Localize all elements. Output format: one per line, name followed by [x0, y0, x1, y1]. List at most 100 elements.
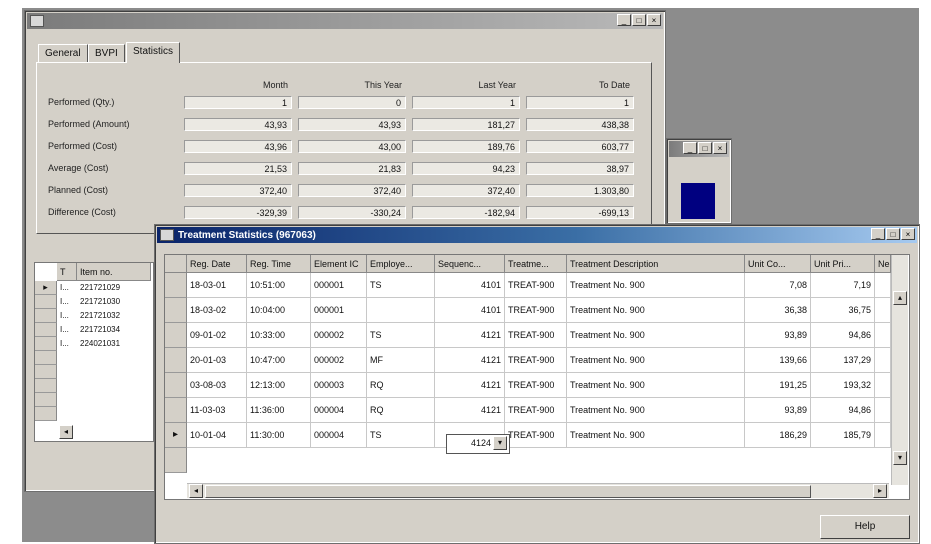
grid-cell-date[interactable]: 09-01-02 [187, 323, 247, 348]
grid-cell-employee[interactable]: RQ [367, 373, 435, 398]
grid-cell-element[interactable]: 000003 [311, 373, 367, 398]
grid-cell-unit-cost[interactable]: 93,89 [745, 323, 811, 348]
row-indicator[interactable] [165, 348, 187, 373]
grid-cell-desc[interactable]: Treatment No. 900 [567, 323, 745, 348]
column-header[interactable]: Unit Pri... [811, 255, 875, 273]
grid-cell-time[interactable]: 11:30:00 [247, 423, 311, 448]
grid-cell-seq[interactable]: 4101 [435, 298, 505, 323]
grid-cell-treatment[interactable]: TREAT-900 [505, 298, 567, 323]
grid-cell-time[interactable]: 10:33:00 [247, 323, 311, 348]
grid-cell-treatment[interactable]: TREAT-900 [505, 273, 567, 298]
grid-cell-desc[interactable]: Treatment No. 900 [567, 273, 745, 298]
grid-cell-unit-cost[interactable]: 191,25 [745, 373, 811, 398]
scroll-up-icon[interactable]: ▴ [893, 291, 907, 305]
grid-cell-desc[interactable]: Treatment No. 900 [567, 398, 745, 423]
grid-cell-desc[interactable]: Treatment No. 900 [567, 348, 745, 373]
item-list-header-item[interactable]: Item no. [77, 263, 151, 281]
close-icon[interactable]: × [901, 228, 915, 240]
column-header[interactable]: Treatment Description [567, 255, 745, 273]
grid-cell-desc[interactable]: Treatment No. 900 [567, 373, 745, 398]
grid-cell-unit-price[interactable]: 94,86 [811, 323, 875, 348]
grid-cell-employee[interactable]: RQ [367, 398, 435, 423]
row-indicator[interactable] [35, 407, 57, 421]
grid-cell-treatment[interactable]: TREAT-900 [505, 323, 567, 348]
grid-cell-time[interactable]: 11:36:00 [247, 398, 311, 423]
horizontal-scrollbar[interactable]: ◂ ▸ [187, 483, 889, 498]
grid-cell-desc[interactable]: Treatment No. 900 [567, 298, 745, 323]
item-list-row[interactable]: I... 221721029 [35, 281, 151, 295]
minimize-icon[interactable]: _ [871, 228, 885, 240]
row-indicator[interactable] [165, 323, 187, 348]
grid-cell-treatment[interactable]: TREAT-900 [505, 348, 567, 373]
grid-cell-unit-price[interactable]: 7,19 [811, 273, 875, 298]
grid-cell-seq[interactable]: 4121 [435, 398, 505, 423]
row-indicator[interactable] [165, 398, 187, 423]
item-list-row[interactable]: I... 224021031 [35, 337, 151, 351]
scroll-right-icon[interactable]: ▸ [873, 484, 887, 498]
treatment-window-titlebar[interactable]: Treatment Statistics (967063) _ □ × [157, 227, 917, 243]
grid-cell-date[interactable]: 03-08-03 [187, 373, 247, 398]
grid-cell-employee[interactable]: TS [367, 423, 435, 448]
grid-cell-treatment[interactable]: TREAT-900 [505, 423, 567, 448]
grid-cell-time[interactable]: 10:51:00 [247, 273, 311, 298]
grid-cell-unit-price[interactable]: 193,32 [811, 373, 875, 398]
grid-cell-treatment[interactable]: TREAT-900 [505, 373, 567, 398]
column-header[interactable]: Reg. Date [187, 255, 247, 273]
row-indicator[interactable] [35, 393, 57, 407]
column-header[interactable]: Sequenc... [435, 255, 505, 273]
column-header[interactable]: Reg. Time [247, 255, 311, 273]
close-icon[interactable]: × [647, 14, 661, 26]
scroll-down-icon[interactable]: ▾ [893, 451, 907, 465]
grid-cell-ne[interactable] [875, 273, 891, 298]
grid-cell-time[interactable]: 10:04:00 [247, 298, 311, 323]
grid-cell-element[interactable]: 000004 [311, 423, 367, 448]
grid-cell-element[interactable]: 000002 [311, 323, 367, 348]
maximize-icon[interactable]: □ [698, 142, 712, 154]
grid-cell-unit-cost[interactable]: 36,38 [745, 298, 811, 323]
grid-cell-time[interactable]: 10:47:00 [247, 348, 311, 373]
grid-cell-seq[interactable]: 4121 [435, 323, 505, 348]
row-indicator[interactable] [35, 351, 57, 365]
maximize-icon[interactable]: □ [886, 228, 900, 240]
row-indicator[interactable] [35, 365, 57, 379]
grid-cell-ne[interactable] [875, 373, 891, 398]
grid-cell-seq[interactable]: 4121 [435, 373, 505, 398]
grid-cell-date[interactable]: 18-03-02 [187, 298, 247, 323]
grid-cell-seq[interactable]: 4121 [435, 348, 505, 373]
vertical-scrollbar[interactable]: ▴ ▾ [891, 255, 908, 485]
row-indicator[interactable] [165, 298, 187, 323]
scroll-left-icon[interactable]: ◂ [189, 484, 203, 498]
grid-cell-ne[interactable] [875, 323, 891, 348]
grid-cell-time[interactable]: 12:13:00 [247, 373, 311, 398]
maximize-icon[interactable]: □ [632, 14, 646, 26]
item-list-header-t[interactable]: T [57, 263, 77, 281]
row-indicator[interactable] [165, 273, 187, 298]
item-list-row[interactable]: I... 221721030 [35, 295, 151, 309]
tab-general[interactable]: General [38, 44, 88, 63]
small-window-titlebar[interactable]: _ □ × [669, 141, 729, 157]
grid-cell-date[interactable]: 20-01-03 [187, 348, 247, 373]
item-list-row[interactable]: I... 221721032 [35, 309, 151, 323]
grid-cell-seq[interactable]: 4101 [435, 273, 505, 298]
grid-cell-element[interactable]: 000001 [311, 273, 367, 298]
grid-cell-unit-cost[interactable]: 7,08 [745, 273, 811, 298]
grid-cell-unit-cost[interactable]: 186,29 [745, 423, 811, 448]
grid-cell-unit-price[interactable]: 185,79 [811, 423, 875, 448]
grid-cell-date[interactable]: 18-03-01 [187, 273, 247, 298]
grid-cell-element[interactable]: 000002 [311, 348, 367, 373]
grid-cell-ne[interactable] [875, 348, 891, 373]
help-button[interactable]: Help [820, 515, 910, 539]
column-header[interactable]: Treatme... [505, 255, 567, 273]
minimize-icon[interactable]: _ [683, 142, 697, 154]
grid-cell-ne[interactable] [875, 398, 891, 423]
item-list-row[interactable]: I... 221721034 [35, 323, 151, 337]
minimize-icon[interactable]: _ [617, 14, 631, 26]
statistics-window-titlebar[interactable]: _ □ × [27, 13, 663, 29]
grid-cell-ne[interactable] [875, 423, 891, 448]
grid-cell-treatment[interactable]: TREAT-900 [505, 398, 567, 423]
close-icon[interactable]: × [713, 142, 727, 154]
grid-cell-employee[interactable] [367, 298, 435, 323]
row-indicator[interactable] [165, 373, 187, 398]
row-indicator[interactable]: ▸ [165, 423, 187, 448]
grid-cell-unit-cost[interactable]: 139,66 [745, 348, 811, 373]
